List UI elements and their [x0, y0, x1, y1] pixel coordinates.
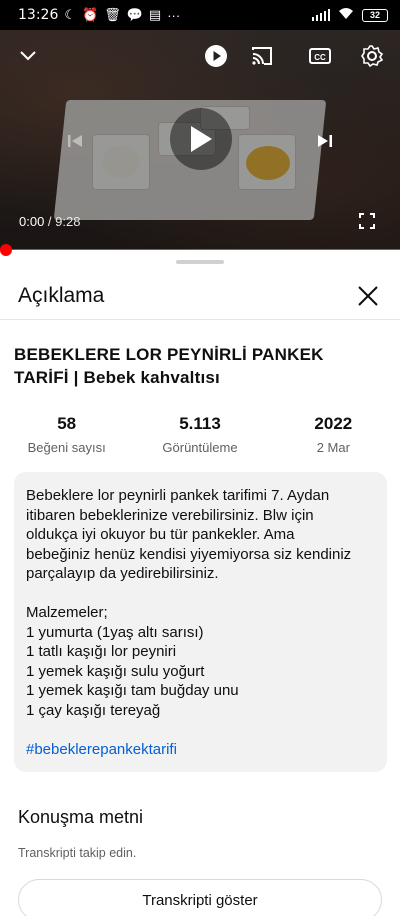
wifi-icon — [338, 7, 354, 23]
video-title: BEBEKLERE LOR PEYNİRLİ PANKEK TARİFİ | B… — [14, 345, 324, 387]
previous-icon[interactable] — [60, 126, 90, 156]
publish-date: 2 Mar — [316, 440, 350, 455]
ingredient-item: 1 yemek kaşığı tam buğday unu — [26, 682, 239, 699]
description-box: Bebeklere lor peynirli pankek tarifimi 7… — [14, 472, 387, 772]
status-time: 13:26 — [18, 7, 59, 23]
likes-count: 58 — [57, 414, 77, 433]
description-line: bebeğiniz henüz kendisi yiyemiyorsa siz … — [26, 545, 352, 563]
current-time: 0:00 — [19, 214, 45, 229]
close-icon[interactable] — [354, 282, 382, 310]
ingredients-heading: Malzemeler; — [26, 604, 108, 621]
ingredient-item: 1 tatlı kaşığı lor peyniri — [26, 643, 177, 660]
views-label: Görüntüleme — [162, 440, 238, 455]
signal-icon — [312, 9, 330, 21]
trash-icon: 🗑 — [104, 7, 121, 22]
moon-icon: ☾ — [64, 7, 77, 22]
ingredient-item: 1 yemek kaşığı sulu yoğurt — [26, 662, 205, 680]
fullscreen-icon[interactable] — [354, 208, 380, 234]
time-readout: 0:00 / 9:28 — [19, 214, 80, 229]
description-line: itibaren bebeklerinize verebilirsiniz. B… — [26, 506, 314, 524]
news-icon: ▤ — [148, 7, 162, 22]
battery-icon: 32 — [362, 8, 388, 22]
captions-icon[interactable]: CC — [306, 42, 334, 70]
stat-views: 5.113 Görüntüleme — [133, 414, 266, 455]
settings-gear-icon[interactable] — [358, 42, 386, 70]
autoplay-toggle-icon[interactable] — [202, 42, 230, 70]
transcript-subtitle: Transkripti takip edin. — [18, 846, 137, 860]
stat-likes: 58 Beğeni sayısı — [0, 414, 133, 455]
transcript-title: Konuşma metni — [18, 807, 144, 827]
cast-icon[interactable] — [248, 42, 276, 70]
likes-label: Beğeni sayısı — [27, 440, 106, 455]
description-line: oldukça iyi okuyor bu tür pankekler. Ama — [26, 526, 295, 543]
sheet-title: Açıklama — [18, 283, 105, 307]
ingredient-item: 1 yumurta (1yaş altı sarısı) — [26, 623, 204, 641]
ingredient-item: 1 çay kaşığı tereyağ — [26, 701, 161, 719]
hashtag-link[interactable]: #bebeklerepankektarifi — [26, 740, 375, 760]
video-stats: 58 Beğeni sayısı 5.113 Görüntüleme 2022 … — [0, 414, 400, 455]
duration: 9:28 — [55, 214, 81, 229]
time-separator: / — [44, 214, 56, 229]
alarm-icon: ⏰ — [82, 7, 99, 22]
more-dots-icon: ··· — [167, 7, 181, 23]
progress-scrubber[interactable] — [0, 244, 12, 256]
progress-track — [0, 249, 400, 251]
description-line: parçalayıp da yedirebilirsiniz. — [26, 565, 219, 582]
chat-icon: 💬 — [126, 7, 143, 22]
video-player[interactable]: CC 0:00 / 9:28 — [0, 30, 400, 250]
views-count: 5.113 — [179, 414, 221, 433]
stat-date: 2022 2 Mar — [267, 414, 400, 455]
sheet-drag-handle[interactable] — [176, 260, 224, 264]
description-line: Bebeklere lor peynirli pankek tarifimi 7… — [26, 487, 330, 504]
show-transcript-button[interactable]: Transkripti göster — [18, 879, 382, 916]
svg-text:CC: CC — [314, 53, 326, 62]
description-sheet: Açıklama BEBEKLERE LOR PEYNİRLİ PANKEK T… — [0, 252, 400, 916]
collapse-chevron-icon[interactable] — [14, 42, 42, 70]
play-icon[interactable] — [170, 108, 232, 170]
progress-bar[interactable] — [0, 243, 400, 257]
next-icon[interactable] — [310, 126, 340, 156]
status-bar: 13:26 ☾ ⏰ 🗑 💬 ▤ ··· 32 — [0, 0, 400, 30]
sheet-header: Açıklama — [0, 272, 400, 320]
publish-year: 2022 — [314, 414, 353, 433]
